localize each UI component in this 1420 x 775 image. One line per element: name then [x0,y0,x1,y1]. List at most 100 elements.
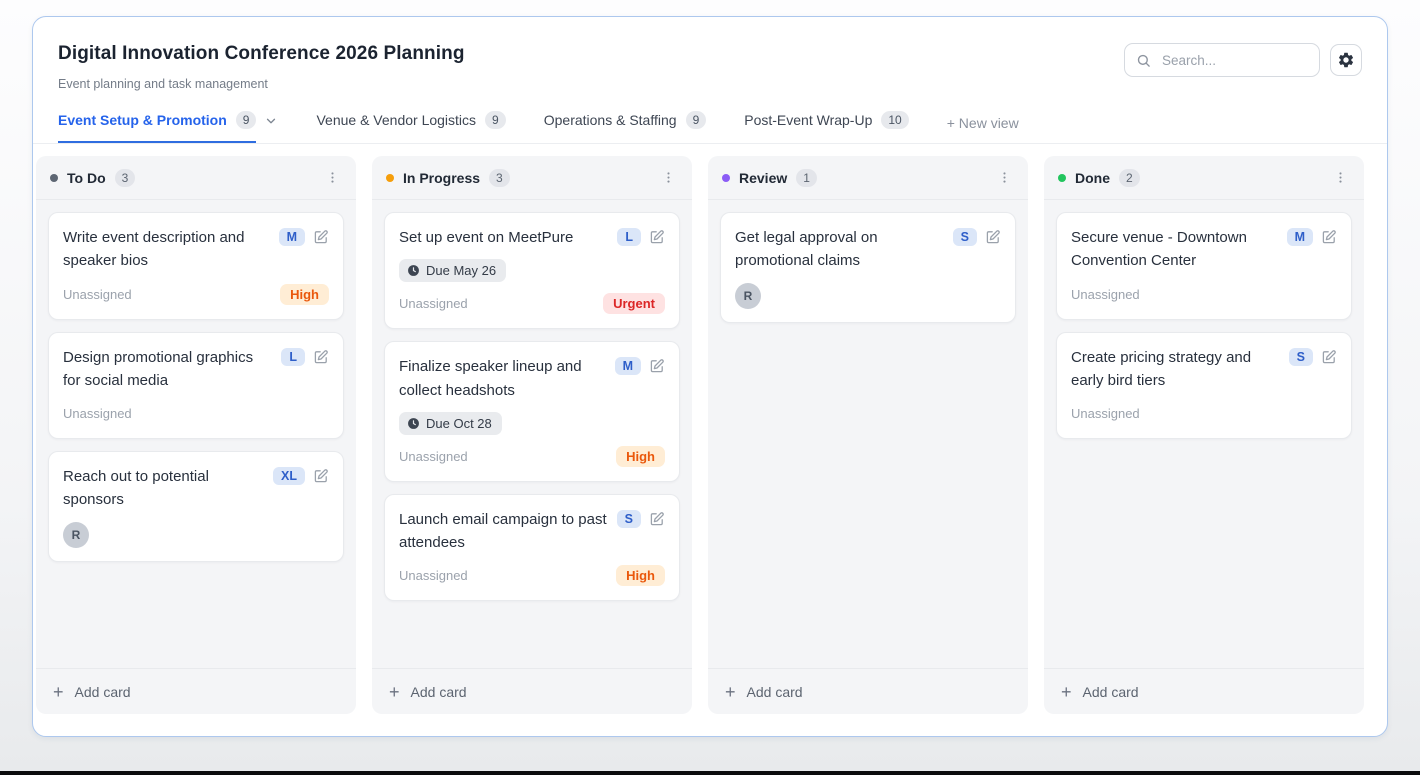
task-card[interactable]: Get legal approval on promotional claims… [720,212,1016,323]
size-badge: S [617,510,641,528]
avatar: R [63,522,89,548]
size-badge: M [615,357,641,375]
tab-post-event-wrap-up[interactable]: Post-Event Wrap-Up 10 [744,111,908,143]
assignee-label: Unassigned [63,287,132,302]
column-card-list: Write event description and speaker bios… [36,200,356,668]
edit-icon[interactable] [1321,229,1337,245]
header-titles: Digital Innovation Conference 2026 Plann… [58,43,465,91]
priority-badge: Urgent [603,293,665,314]
due-date-label: Due Oct 28 [426,416,492,431]
edit-icon[interactable] [313,349,329,365]
due-date-chip: Due May 26 [399,259,506,282]
edit-icon[interactable] [649,229,665,245]
size-badge: S [1289,348,1313,366]
gear-icon [1337,51,1355,69]
size-badge: S [953,228,977,246]
card-title: Create pricing strategy and early bird t… [1071,346,1279,393]
column-header: Review 1 [708,156,1028,200]
edit-icon[interactable] [313,468,329,484]
status-dot [1058,174,1066,182]
task-card[interactable]: Design promotional graphics for social m… [48,332,344,440]
card-title: Write event description and speaker bios [63,226,269,273]
column-count-badge: 1 [796,169,817,187]
tab-venue-vendor-logistics[interactable]: Venue & Vendor Logistics 9 [316,111,505,143]
card-title: Finalize speaker lineup and collect head… [399,355,605,402]
column-header: In Progress 3 [372,156,692,200]
tab-event-setup-promotion[interactable]: Event Setup & Promotion 9 [58,111,278,143]
app-header: Digital Innovation Conference 2026 Plann… [33,17,1387,91]
assignee-label: Unassigned [399,449,468,464]
assignee-label: Unassigned [1071,287,1140,302]
size-badge: L [281,348,305,366]
task-card[interactable]: Write event description and speaker bios… [48,212,344,320]
size-badge: XL [273,467,305,485]
edit-icon[interactable] [649,358,665,374]
add-card-button[interactable]: + Add card [708,668,1028,714]
column-title: Done [1075,170,1110,186]
add-card-label: Add card [747,684,803,700]
plus-icon: + [53,683,64,701]
add-card-button[interactable]: + Add card [1044,668,1364,714]
priority-badge: High [280,284,329,305]
chevron-down-icon[interactable] [264,114,278,128]
column-to-do: To Do 3 Write event description and spea… [36,156,356,714]
priority-badge: High [616,446,665,467]
assignee-label: Unassigned [1071,406,1140,421]
task-card[interactable]: Finalize speaker lineup and collect head… [384,341,680,482]
column-done: Done 2 Secure venue - Downtown Conventio… [1044,156,1364,714]
card-title: Design promotional graphics for social m… [63,346,271,393]
plus-icon: + [1061,683,1072,701]
search-input[interactable] [1160,52,1308,69]
kebab-menu-icon[interactable] [659,168,678,187]
task-card[interactable]: Secure venue - Downtown Convention Cente… [1056,212,1352,320]
tab-label: Operations & Staffing [544,112,677,128]
new-view-button[interactable]: + New view [947,115,1019,143]
add-card-button[interactable]: + Add card [36,668,356,714]
column-review: Review 1 Get legal approval on promotion… [708,156,1028,714]
plus-icon: + [389,683,400,701]
card-title: Launch email campaign to past attendees [399,508,607,555]
tab-count-badge: 9 [236,111,257,129]
edit-icon[interactable] [985,229,1001,245]
priority-badge: High [616,565,665,586]
view-tabs: Event Setup & Promotion 9 Venue & Vendor… [33,111,1387,144]
status-dot [722,174,730,182]
due-date-chip: Due Oct 28 [399,412,502,435]
column-title: Review [739,170,787,186]
task-card[interactable]: Set up event on MeetPure L Due May 26 Un… [384,212,680,329]
column-in-progress: In Progress 3 Set up event on MeetPure L [372,156,692,714]
column-count-badge: 2 [1119,169,1140,187]
edit-icon[interactable] [649,511,665,527]
card-title: Get legal approval on promotional claims [735,226,943,273]
tab-count-badge: 10 [881,111,908,129]
card-title: Secure venue - Downtown Convention Cente… [1071,226,1277,273]
bottom-edge-bar [0,771,1420,775]
status-dot [386,174,394,182]
edit-icon[interactable] [1321,349,1337,365]
edit-icon[interactable] [313,229,329,245]
task-card[interactable]: Reach out to potential sponsors XL R [48,451,344,562]
kebab-menu-icon[interactable] [323,168,342,187]
kebab-menu-icon[interactable] [1331,168,1350,187]
size-badge: M [1287,228,1313,246]
size-badge: M [279,228,305,246]
kebab-menu-icon[interactable] [995,168,1014,187]
task-card[interactable]: Launch email campaign to past attendees … [384,494,680,602]
task-card[interactable]: Create pricing strategy and early bird t… [1056,332,1352,440]
add-card-button[interactable]: + Add card [372,668,692,714]
status-dot [50,174,58,182]
column-title: To Do [67,170,106,186]
header-actions [1124,43,1362,77]
avatar: R [735,283,761,309]
tab-operations-staffing[interactable]: Operations & Staffing 9 [544,111,707,143]
board-app-window: Digital Innovation Conference 2026 Plann… [32,16,1388,737]
page-subtitle: Event planning and task management [58,77,465,91]
plus-icon: + [725,683,736,701]
column-count-badge: 3 [115,169,136,187]
card-title: Set up event on MeetPure [399,226,607,249]
add-card-label: Add card [1083,684,1139,700]
settings-button[interactable] [1330,44,1362,76]
column-card-list: Secure venue - Downtown Convention Cente… [1044,200,1364,668]
page-title: Digital Innovation Conference 2026 Plann… [58,43,465,65]
column-header: Done 2 [1044,156,1364,200]
